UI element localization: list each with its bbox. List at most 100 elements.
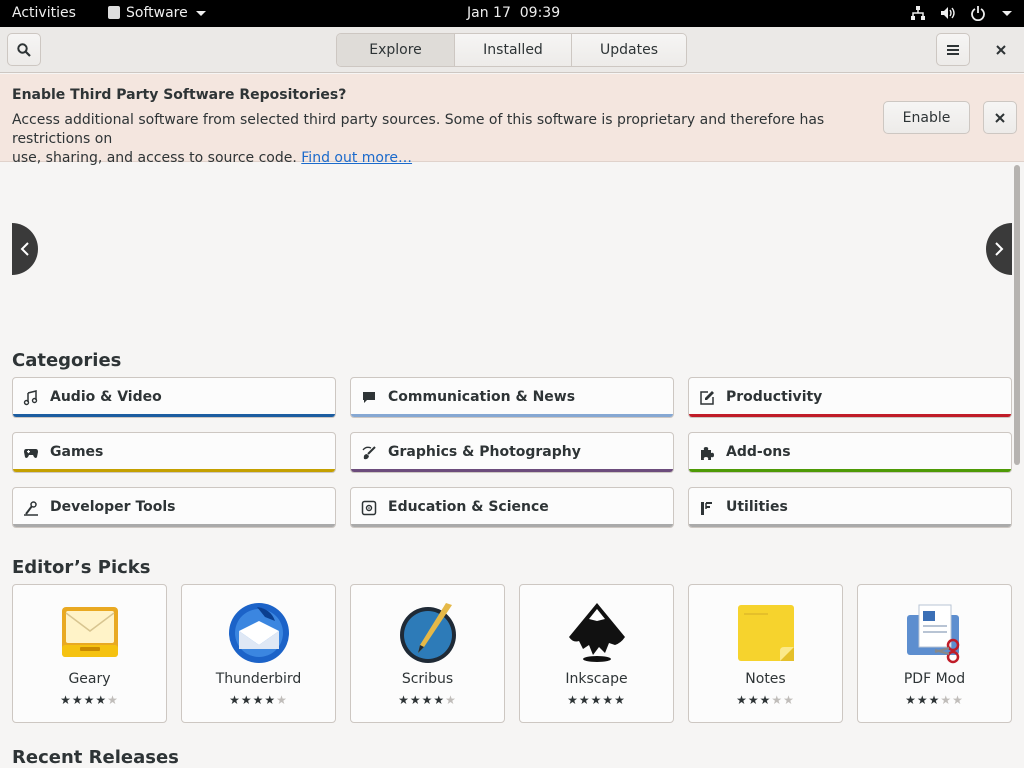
- category-audio-video[interactable]: Audio & Video: [12, 377, 336, 418]
- category-productivity[interactable]: Productivity: [688, 377, 1012, 418]
- category-label: Games: [50, 444, 104, 460]
- edit-icon: [700, 391, 714, 405]
- infobar-message: Access additional software from selected…: [12, 111, 872, 168]
- tab-explore[interactable]: Explore: [337, 34, 454, 66]
- third-party-infobar: Enable Third Party Software Repositories…: [0, 74, 1024, 166]
- recent-releases-heading: Recent Releases: [12, 747, 179, 768]
- app-tile-notes[interactable]: Notes ★★★★★: [688, 584, 843, 723]
- app-menu[interactable]: Software: [108, 5, 206, 21]
- category-label: Developer Tools: [50, 499, 176, 515]
- chevron-left-icon: [20, 242, 29, 256]
- network-icon: [910, 5, 926, 21]
- infobar-text-line1: Access additional software from selected…: [12, 112, 825, 147]
- category-accent-bar: [351, 414, 673, 417]
- chevron-right-icon: [995, 242, 1004, 256]
- category-label: Add-ons: [726, 444, 791, 460]
- category-accent-bar: [351, 469, 673, 472]
- system-tray[interactable]: [910, 5, 1012, 21]
- app-tile-geary[interactable]: Geary ★★★★★: [12, 584, 167, 723]
- search-button[interactable]: [7, 33, 41, 66]
- tab-updates[interactable]: Updates: [571, 34, 686, 66]
- puzzle-icon: [701, 447, 714, 460]
- clock-time: 09:39: [519, 5, 561, 21]
- carousel-previous-button[interactable]: [12, 223, 38, 275]
- carousel-next-button[interactable]: [986, 223, 1012, 275]
- close-icon: [995, 112, 1005, 123]
- tab-installed[interactable]: Installed: [454, 34, 571, 66]
- utilities-icon: [701, 502, 712, 515]
- category-accent-bar: [13, 524, 335, 527]
- scrollbar[interactable]: [1014, 165, 1020, 465]
- category-accent-bar: [689, 524, 1011, 527]
- category-label: Audio & Video: [50, 389, 162, 405]
- category-graphics-photography[interactable]: Graphics & Photography: [350, 432, 674, 473]
- pdfmod-app-icon: [906, 604, 959, 664]
- app-tile-thunderbird[interactable]: Thunderbird ★★★★★: [181, 584, 336, 723]
- category-add-ons[interactable]: Add-ons: [688, 432, 1012, 473]
- brush-icon: [362, 446, 376, 460]
- category-accent-bar: [13, 469, 335, 472]
- category-label: Communication & News: [388, 389, 576, 405]
- category-label: Education & Science: [388, 499, 549, 515]
- inkscape-app-icon: [568, 603, 625, 662]
- infobar-text-line2: use, sharing, and access to source code.: [12, 150, 297, 166]
- app-name: Notes: [745, 671, 786, 687]
- clock[interactable]: Jan 17 09:39: [467, 5, 560, 21]
- category-games[interactable]: Games: [12, 432, 336, 473]
- category-education-science[interactable]: Education & Science: [350, 487, 674, 528]
- chevron-down-icon: [1002, 10, 1012, 16]
- editors-picks-heading: Editor’s Picks: [12, 557, 151, 578]
- star-rating: ★★★★★: [60, 693, 119, 707]
- activities-button[interactable]: Activities: [12, 5, 76, 21]
- star-rating: ★★★★★: [905, 693, 964, 707]
- app-name: Geary: [68, 671, 111, 687]
- enable-button[interactable]: Enable: [883, 101, 970, 134]
- tool-icon: [24, 501, 38, 516]
- app-tile-scribus[interactable]: Scribus ★★★★★: [350, 584, 505, 723]
- categories-heading: Categories: [12, 350, 122, 371]
- close-icon: [996, 44, 1006, 55]
- category-developer-tools[interactable]: Developer Tools: [12, 487, 336, 528]
- music-note-icon: [23, 390, 38, 406]
- main-menu-button[interactable]: [936, 33, 970, 66]
- search-icon: [17, 42, 31, 57]
- app-name: Inkscape: [565, 671, 628, 687]
- gamepad-icon: [24, 449, 38, 458]
- science-icon: [361, 500, 377, 516]
- app-tile-inkscape[interactable]: Inkscape ★★★★★: [519, 584, 674, 723]
- volume-icon: [940, 5, 956, 21]
- window-close-button[interactable]: [986, 33, 1016, 66]
- chat-bubble-icon: [363, 392, 375, 403]
- app-name: Thunderbird: [215, 671, 302, 687]
- infobar-close-button[interactable]: [983, 101, 1017, 134]
- top-bar: Activities Software Jan 17 09:39: [0, 0, 1024, 27]
- geary-app-icon: [61, 607, 118, 657]
- hamburger-menu-icon: [947, 44, 959, 55]
- clock-date: Jan 17: [467, 5, 511, 21]
- notes-app-icon: [737, 605, 794, 661]
- scribus-app-icon: [399, 603, 456, 663]
- power-icon: [970, 5, 986, 21]
- shopping-bag-icon: [108, 5, 120, 19]
- infobar-title: Enable Third Party Software Repositories…: [12, 87, 347, 103]
- app-menu-label: Software: [126, 5, 188, 21]
- category-accent-bar: [13, 414, 335, 417]
- category-accent-bar: [351, 524, 673, 527]
- star-rating: ★★★★★: [567, 693, 626, 707]
- app-tile-pdf-mod[interactable]: PDF Mod ★★★★★: [857, 584, 1012, 723]
- category-accent-bar: [689, 469, 1011, 472]
- star-rating: ★★★★★: [398, 693, 457, 707]
- category-label: Graphics & Photography: [388, 444, 581, 460]
- chevron-down-icon: [195, 10, 206, 16]
- header-bar: Explore Installed Updates: [0, 27, 1024, 73]
- find-out-more-link[interactable]: Find out more…: [301, 150, 412, 166]
- category-communication-news[interactable]: Communication & News: [350, 377, 674, 418]
- category-utilities[interactable]: Utilities: [688, 487, 1012, 528]
- view-switcher: Explore Installed Updates: [336, 33, 687, 67]
- category-accent-bar: [689, 414, 1011, 417]
- app-name: Scribus: [401, 671, 454, 687]
- star-rating: ★★★★★: [736, 693, 795, 707]
- app-name: PDF Mod: [903, 671, 966, 687]
- thunderbird-app-icon: [228, 603, 289, 663]
- category-label: Utilities: [726, 499, 788, 515]
